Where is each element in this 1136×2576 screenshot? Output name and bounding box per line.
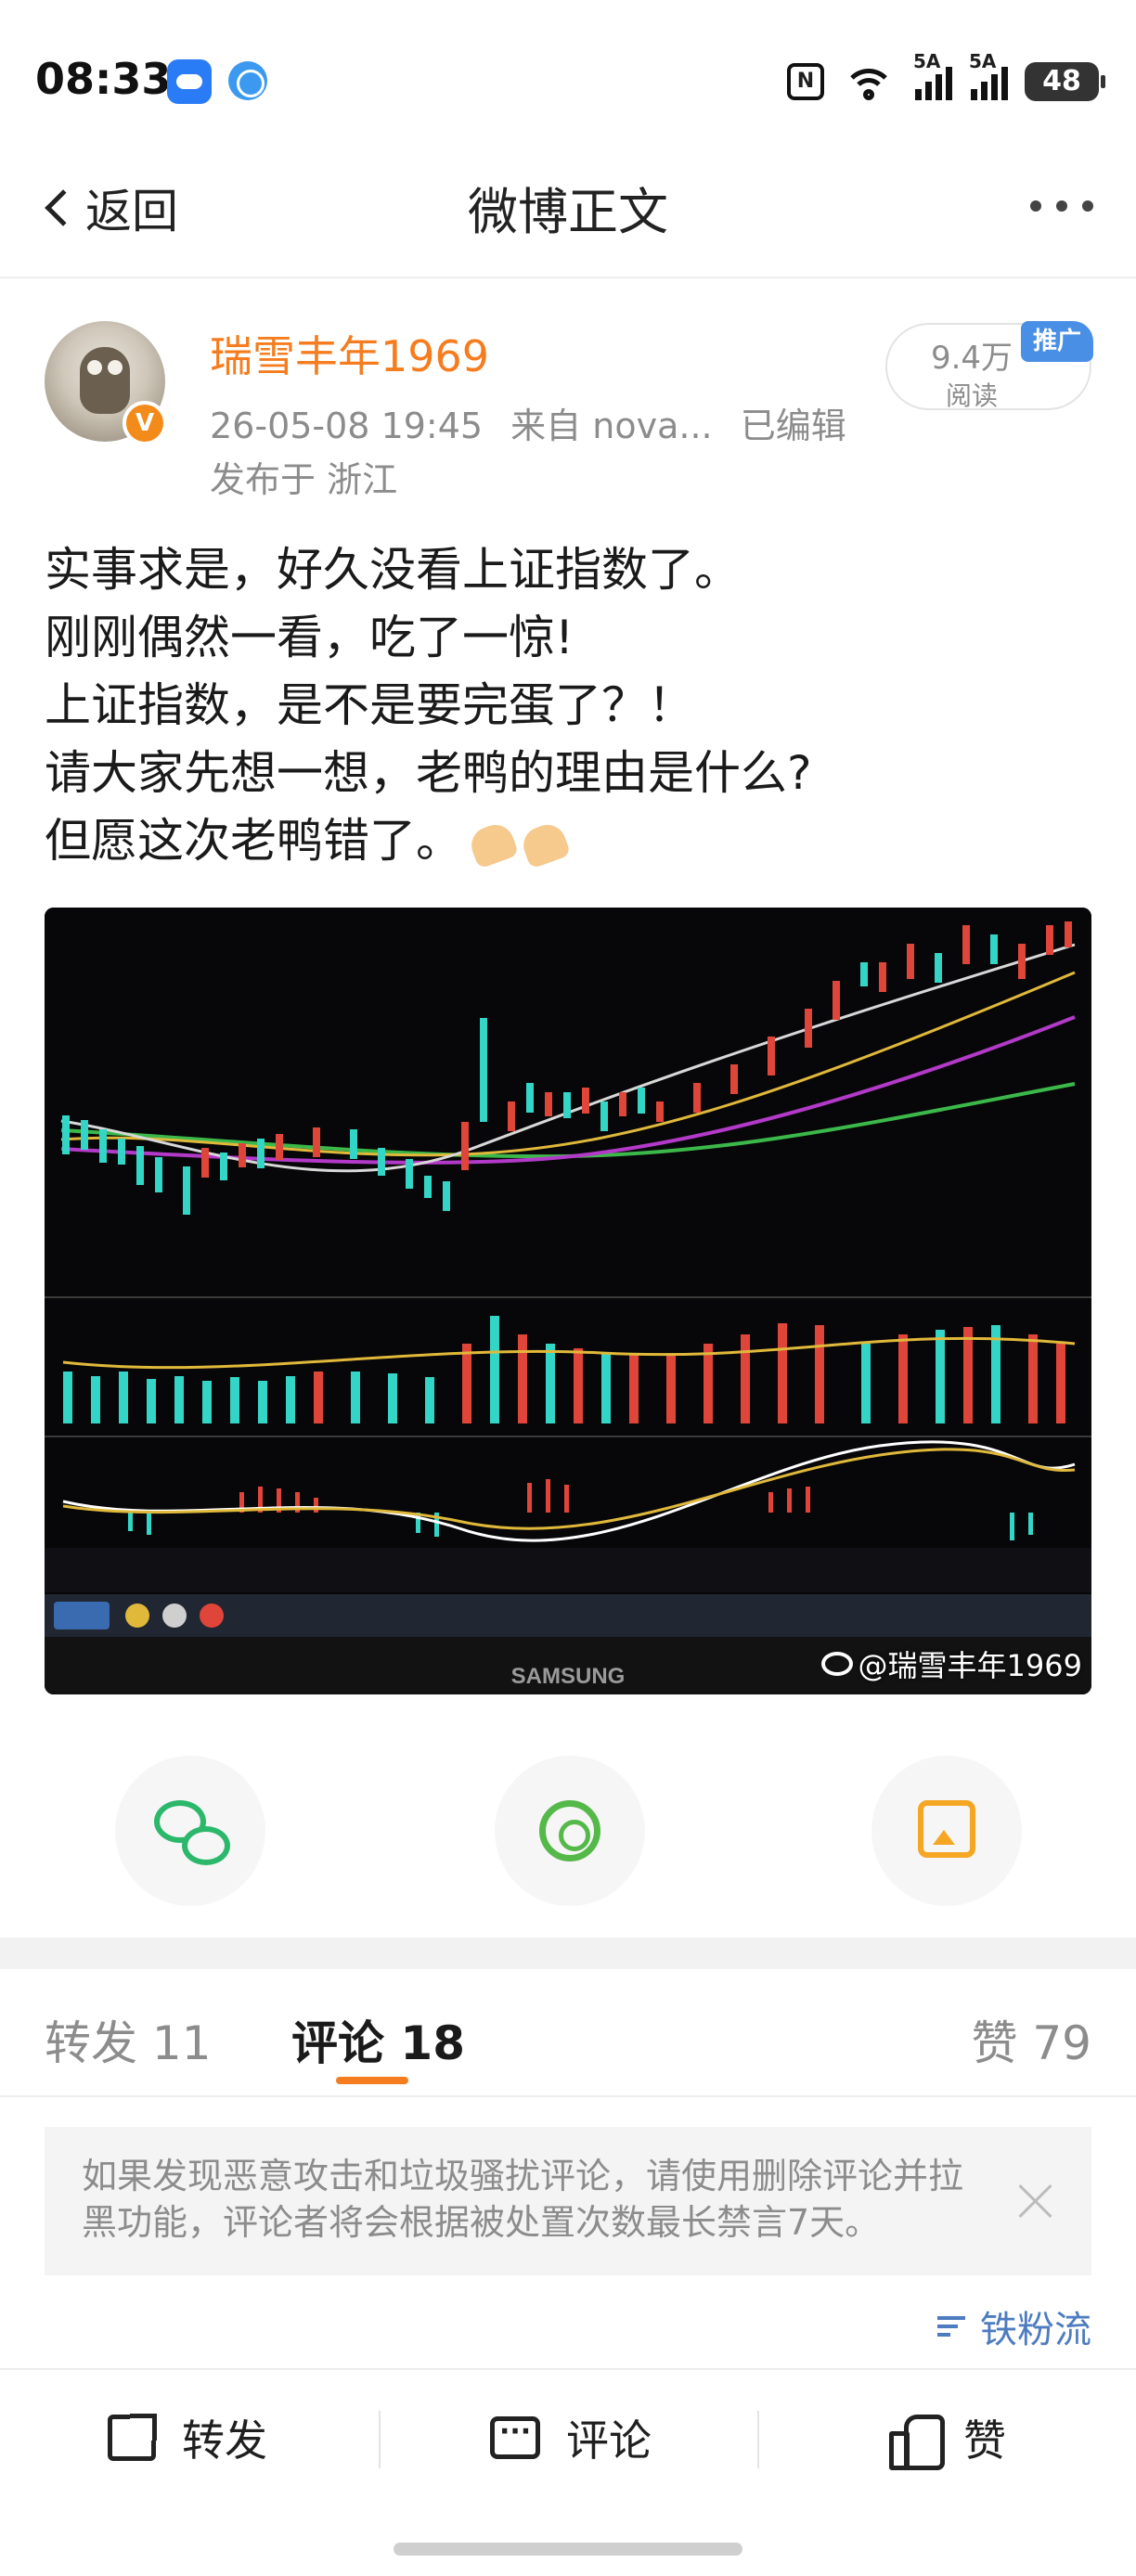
weibo-logo-icon bbox=[820, 1652, 853, 1676]
author-name[interactable]: 瑞雪丰年1969 bbox=[210, 323, 489, 384]
repost-icon bbox=[108, 2414, 157, 2461]
repost-label: 转发 bbox=[182, 2415, 267, 2466]
post-location: 发布于 浙江 bbox=[210, 459, 398, 500]
sort-icon bbox=[937, 2312, 969, 2340]
sort-toggle[interactable]: 铁粉流 bbox=[937, 2299, 1091, 2353]
save-image-button[interactable] bbox=[871, 1756, 1022, 1906]
tab-comment[interactable]: 评论 18 bbox=[291, 2006, 465, 2073]
thumbs-up-icon bbox=[889, 2415, 945, 2470]
wechat-icon-bubble bbox=[182, 1826, 230, 1865]
promo-tag[interactable]: 推广 bbox=[1021, 321, 1093, 362]
wifi-icon bbox=[841, 61, 897, 102]
home-indicator[interactable] bbox=[394, 2543, 742, 2556]
divider bbox=[379, 2411, 381, 2468]
post-line: 刚刚偶然一看，吃了一惊! bbox=[45, 611, 574, 664]
signal-icon-2: 5A bbox=[969, 50, 1008, 100]
interaction-tabs: 转发 11 评论 18 赞 79 bbox=[0, 1969, 1136, 2097]
nav-bar: 返回 微博正文 bbox=[0, 139, 1136, 278]
status-indicators: N 5A 5A 48 bbox=[787, 50, 1105, 106]
post-meta: 26-05-08 19:45 来自 nova... 已编辑 bbox=[210, 397, 863, 448]
comment-icon bbox=[490, 2415, 540, 2459]
monitor-brand: SAMSUNG bbox=[511, 1664, 626, 1689]
read-label: 阅读 bbox=[945, 380, 998, 411]
verified-badge-icon: V bbox=[123, 401, 167, 445]
section-divider bbox=[0, 1938, 1136, 1969]
hands-emoji-icon bbox=[466, 818, 520, 869]
share-moments-button[interactable] bbox=[495, 1756, 645, 1906]
post-image[interactable]: SAMSUNG @瑞雪丰年1969 bbox=[45, 908, 1091, 1694]
post-line: 实事求是，好久没看上证指数了。 bbox=[45, 543, 741, 597]
notice-text: 如果发现恶意攻击和垃圾骚扰评论，请使用删除评论并拉黑功能，评论者将会根据被处置次… bbox=[82, 2156, 964, 2243]
moments-icon bbox=[539, 1800, 600, 1861]
comment-button[interactable]: 评论 bbox=[490, 2407, 652, 2468]
comment-notice: 如果发现恶意攻击和垃圾骚扰评论，请使用删除评论并拉黑功能，评论者将会根据被处置次… bbox=[45, 2127, 1091, 2275]
image-watermark: @瑞雪丰年1969 bbox=[820, 1642, 1082, 1685]
nfc-icon: N bbox=[787, 63, 824, 100]
page-title: 微博正文 bbox=[468, 183, 668, 241]
share-wechat-button[interactable] bbox=[115, 1756, 265, 1906]
weather-app-icon bbox=[167, 59, 212, 104]
save-image-icon bbox=[918, 1800, 975, 1858]
status-time: 08:33 bbox=[35, 54, 172, 104]
hands-emoji-icon bbox=[518, 818, 572, 869]
divider bbox=[757, 2411, 759, 2468]
signal-label: 5A bbox=[913, 50, 941, 72]
sort-label: 铁粉流 bbox=[980, 2309, 1091, 2351]
watermark-text: @瑞雪丰年1969 bbox=[858, 1648, 1082, 1683]
post-timestamp: 26-05-08 19:45 bbox=[210, 406, 484, 446]
tab-like[interactable]: 赞 79 bbox=[971, 2006, 1091, 2073]
bottom-action-bar: 转发 评论 赞 bbox=[0, 2368, 1136, 2507]
like-label: 赞 bbox=[963, 2415, 1006, 2466]
post-source: 来自 nova... bbox=[510, 406, 713, 446]
comment-label: 评论 bbox=[566, 2415, 652, 2466]
post-edited[interactable]: 已编辑 bbox=[741, 406, 846, 446]
post-line: 上证指数，是不是要完蛋了？！ bbox=[45, 678, 694, 732]
more-icon[interactable] bbox=[1030, 200, 1093, 212]
stock-chart-photo: SAMSUNG bbox=[45, 908, 1091, 1694]
post-line-last: 但愿这次老鸭错了。 bbox=[45, 807, 1093, 875]
post-line: 但愿这次老鸭错了。 bbox=[45, 814, 462, 868]
signal-icon: 5A bbox=[913, 50, 952, 100]
active-tab-indicator bbox=[336, 2077, 408, 2084]
browser-app-icon bbox=[228, 61, 267, 100]
status-bar: 08:33 N 5A 5A 48 bbox=[0, 0, 1136, 139]
battery-icon: 48 bbox=[1025, 62, 1105, 101]
tab-repost[interactable]: 转发 11 bbox=[45, 2006, 212, 2073]
like-button[interactable]: 赞 bbox=[889, 2407, 1006, 2470]
owl-figure bbox=[80, 347, 130, 414]
close-icon[interactable] bbox=[1017, 2183, 1054, 2220]
post-line: 请大家先想一想，老鸭的理由是什么? bbox=[45, 746, 812, 800]
repost-button[interactable]: 转发 bbox=[108, 2407, 267, 2468]
signal-label-2: 5A bbox=[969, 50, 997, 72]
post-body: 实事求是，好久没看上证指数了。 刚刚偶然一看，吃了一惊! 上证指数，是不是要完蛋… bbox=[45, 536, 1093, 875]
